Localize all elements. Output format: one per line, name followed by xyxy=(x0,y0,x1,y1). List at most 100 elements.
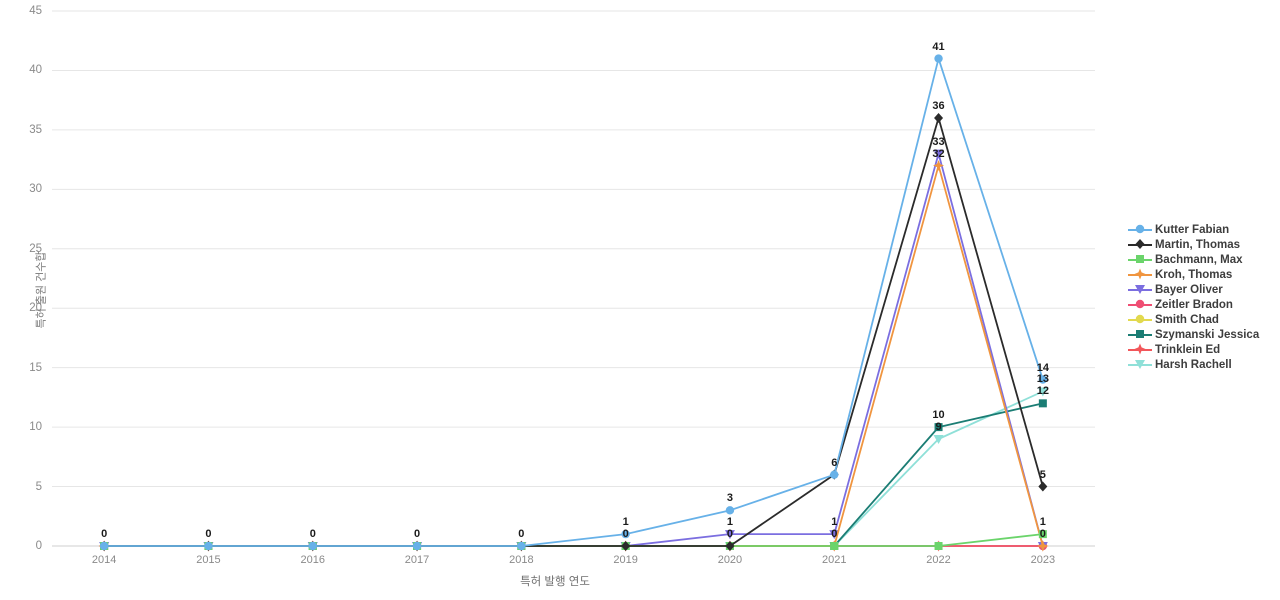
data-point-label: 3 xyxy=(726,492,733,505)
data-point-label: 0 xyxy=(413,528,421,540)
y-tick-label: 5 xyxy=(35,480,42,493)
legend-symbol-diamond-icon xyxy=(1135,239,1145,249)
point-marker-circle xyxy=(934,54,943,63)
data-point-label: 1 xyxy=(726,516,733,529)
data-point-label: 33 xyxy=(932,135,945,148)
y-tick-label: 45 xyxy=(29,5,42,17)
legend-marker-icon xyxy=(1128,327,1152,342)
legend-symbol-star-icon xyxy=(1134,343,1146,355)
data-point-label: 13 xyxy=(1036,373,1049,386)
point-marker-circle xyxy=(412,541,422,551)
y-tick-label: 0 xyxy=(35,540,42,552)
point-marker-circle xyxy=(308,541,317,551)
point-marker-diamond xyxy=(1038,481,1048,492)
point-marker-square xyxy=(1136,330,1144,338)
point-marker-diamond xyxy=(934,113,944,123)
data-point-label: 0 xyxy=(518,528,525,540)
legend-item[interactable]: Kroh, Thomas xyxy=(1128,267,1278,282)
chart-legend: Kutter Fabian Martin, Thomas Bachmann, Max… xyxy=(1128,222,1278,372)
x-tick-label: 2016 xyxy=(300,554,325,566)
data-point-label: 1 xyxy=(622,516,629,529)
y-tick-label: 35 xyxy=(29,123,42,136)
legend-symbol-circle-icon xyxy=(1135,299,1145,309)
data-point-label: 5 xyxy=(1039,468,1046,481)
legend-symbol-triangle-down-icon xyxy=(1135,285,1145,294)
point-marker-square xyxy=(1038,399,1047,408)
legend-item-label: Bayer Oliver xyxy=(1155,283,1223,296)
legend-item[interactable]: Trinklein Ed xyxy=(1128,342,1278,357)
series-harsh-rachell xyxy=(99,387,1048,551)
series-kroh-thomas xyxy=(98,160,1049,552)
y-tick-label: 10 xyxy=(29,421,42,434)
data-point-label: 0 xyxy=(101,528,108,540)
data-point-label: 0 xyxy=(1039,528,1046,540)
x-tick-label: 2023 xyxy=(1030,554,1056,566)
data-point-label: 36 xyxy=(932,100,945,112)
point-marker-diamond xyxy=(1135,239,1145,249)
point-marker-circle xyxy=(517,541,526,551)
legend-item-label: Bachmann, Max xyxy=(1155,253,1243,266)
data-point-label: 9 xyxy=(935,421,942,433)
point-marker-circle xyxy=(99,541,109,551)
legend-symbol-star-icon xyxy=(1134,268,1146,280)
legend-marker-icon xyxy=(1128,342,1152,357)
legend-item[interactable]: Szymanski Jessica xyxy=(1128,327,1278,342)
series-line xyxy=(103,57,1044,547)
legend-item[interactable]: Kutter Fabian xyxy=(1128,222,1278,237)
x-tick-label: 2018 xyxy=(509,554,534,566)
data-point-label: 0 xyxy=(831,528,838,540)
point-marker-circle xyxy=(1135,224,1145,234)
legend-item[interactable]: Harsh Rachell xyxy=(1128,357,1278,372)
legend-item[interactable]: Smith Chad xyxy=(1128,312,1278,327)
legend-marker-icon xyxy=(1128,222,1152,237)
point-marker-triangle xyxy=(1135,360,1145,369)
point-marker-square xyxy=(934,542,943,550)
x-tick-label: 2015 xyxy=(196,554,221,566)
data-point-label: 0 xyxy=(205,528,212,540)
x-tick-label: 2017 xyxy=(404,554,430,566)
legend-item-label: Kroh, Thomas xyxy=(1155,268,1233,281)
legend-item-label: Kutter Fabian xyxy=(1155,223,1230,236)
data-point-label: 0 xyxy=(622,528,629,540)
plot-area: 0 5 10 15 20 25 30 35 40 45 2014 2015 2016 2017 2018 2… xyxy=(0,0,1110,600)
legend-item-label: Trinklein Ed xyxy=(1155,343,1221,356)
point-marker-circle xyxy=(1135,314,1145,324)
line-chart-svg xyxy=(52,10,1095,552)
series-line xyxy=(103,117,1044,547)
legend-marker-icon xyxy=(1128,237,1152,252)
point-marker-circle xyxy=(725,506,735,515)
x-tick-label: 2014 xyxy=(91,554,117,566)
series-line xyxy=(103,402,1044,547)
legend-symbol-square-icon xyxy=(1136,255,1144,263)
data-point-label: 10 xyxy=(932,409,945,422)
legend-marker-icon xyxy=(1128,267,1152,282)
series-bayer-oliver xyxy=(99,149,1048,551)
legend-symbol-square-icon xyxy=(1136,330,1144,338)
legend-item-label: Harsh Rachell xyxy=(1155,358,1232,371)
data-point-label: 41 xyxy=(932,40,945,53)
series-kutter-fabian xyxy=(99,54,1048,551)
x-tick-label: 2019 xyxy=(613,554,638,566)
legend-item[interactable]: Bayer Oliver xyxy=(1128,282,1278,297)
data-point-label: 0 xyxy=(726,528,733,540)
y-axis-title: 특허 출원 건수합 xyxy=(35,251,48,329)
legend-symbol-circle-icon xyxy=(1135,314,1145,324)
legend-item[interactable]: Martin, Thomas xyxy=(1128,237,1278,252)
point-marker-circle xyxy=(1135,299,1145,309)
legend-marker-icon xyxy=(1128,297,1152,312)
series-line xyxy=(103,164,1044,547)
data-point-label: 12 xyxy=(1036,385,1049,398)
legend-symbol-triangle-down-icon xyxy=(1135,360,1145,369)
data-point-label: 32 xyxy=(932,147,945,160)
point-marker-square xyxy=(1136,255,1144,263)
legend-item[interactable]: Zeitler Bradon xyxy=(1128,297,1278,312)
chart-page: 0 5 10 15 20 25 30 35 40 45 2014 2015 2016 2017 2018 2… xyxy=(0,0,1280,600)
point-marker-square xyxy=(830,542,839,550)
x-axis-title: 특허 발행 연도 xyxy=(520,576,590,588)
data-point-label: 14 xyxy=(1036,361,1049,374)
legend-item[interactable]: Bachmann, Max xyxy=(1128,252,1278,267)
y-tick-label: 30 xyxy=(29,183,42,196)
data-point-label: 0 xyxy=(309,528,316,540)
point-marker-star xyxy=(1134,343,1146,355)
legend-symbol-circle-icon xyxy=(1135,224,1145,234)
